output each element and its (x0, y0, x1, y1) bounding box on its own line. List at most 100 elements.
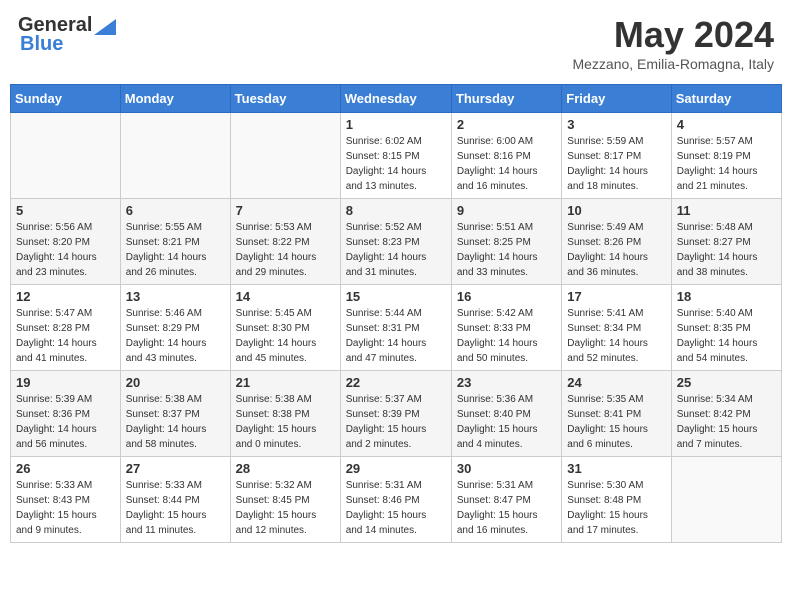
day-number: 7 (236, 203, 335, 218)
title-section: May 2024 Mezzano, Emilia-Romagna, Italy (572, 14, 774, 72)
day-number: 1 (346, 117, 446, 132)
day-header-saturday: Saturday (671, 85, 781, 113)
day-number: 25 (677, 375, 776, 390)
calendar-cell: 29 Sunrise: 5:31 AM Sunset: 8:46 PM Dayli… (340, 457, 451, 543)
day-number: 23 (457, 375, 556, 390)
day-header-thursday: Thursday (451, 85, 561, 113)
calendar-cell: 7Sunrise: 5:53 AM Sunset: 8:22 PM Daylig… (230, 199, 340, 285)
day-number: 17 (567, 289, 665, 304)
calendar-week-row: 19 Sunrise: 5:39 AM Sunset: 8:36 PM Dayli… (11, 371, 782, 457)
calendar-cell: 3 Sunrise: 5:59 AM Sunset: 8:17 PM Daylig… (562, 113, 671, 199)
calendar-cell: 23 Sunrise: 5:36 AM Sunset: 8:40 PM Dayli… (451, 371, 561, 457)
day-number: 26 (16, 461, 115, 476)
calendar-cell: 30 Sunrise: 5:31 AM Sunset: 8:47 PM Dayli… (451, 457, 561, 543)
day-number: 30 (457, 461, 556, 476)
day-info: Sunrise: 5:55 AM Sunset: 8:21 PM Dayligh… (126, 220, 225, 280)
day-info: Sunrise: 5:31 AM Sunset: 8:47 PM Dayligh… (457, 478, 556, 538)
day-info: Sunrise: 5:49 AM Sunset: 8:26 PM Dayligh… (567, 220, 665, 280)
calendar-cell: 9 Sunrise: 5:51 AM Sunset: 8:25 PM Daylig… (451, 199, 561, 285)
calendar-cell (120, 113, 230, 199)
calendar-cell: 24 Sunrise: 5:35 AM Sunset: 8:41 PM Dayli… (562, 371, 671, 457)
day-number: 9 (457, 203, 556, 218)
location-text: Mezzano, Emilia-Romagna, Italy (572, 56, 774, 72)
day-info: Sunrise: 5:39 AM Sunset: 8:36 PM Dayligh… (16, 392, 115, 452)
day-number: 5 (16, 203, 115, 218)
day-number: 4 (677, 117, 776, 132)
day-number: 3 (567, 117, 665, 132)
day-number: 16 (457, 289, 556, 304)
calendar-cell: 15 Sunrise: 5:44 AM Sunset: 8:31 PM Dayli… (340, 285, 451, 371)
day-info: Sunrise: 5:30 AM Sunset: 8:48 PM Dayligh… (567, 478, 665, 538)
day-info: Sunrise: 5:35 AM Sunset: 8:41 PM Dayligh… (567, 392, 665, 452)
day-number: 19 (16, 375, 115, 390)
day-info: Sunrise: 5:33 AM Sunset: 8:44 PM Dayligh… (126, 478, 225, 538)
calendar-cell: 14Sunrise: 5:45 AM Sunset: 8:30 PM Dayli… (230, 285, 340, 371)
calendar-cell (11, 113, 121, 199)
calendar-cell: 19 Sunrise: 5:39 AM Sunset: 8:36 PM Dayli… (11, 371, 121, 457)
calendar-cell: 4Sunrise: 5:57 AM Sunset: 8:19 PM Daylig… (671, 113, 781, 199)
calendar-cell: 18 Sunrise: 5:40 AM Sunset: 8:35 PM Dayli… (671, 285, 781, 371)
logo-icon (94, 19, 116, 35)
calendar-cell: 22 Sunrise: 5:37 AM Sunset: 8:39 PM Dayli… (340, 371, 451, 457)
day-header-wednesday: Wednesday (340, 85, 451, 113)
day-number: 15 (346, 289, 446, 304)
day-info: Sunrise: 5:59 AM Sunset: 8:17 PM Dayligh… (567, 134, 665, 194)
day-info: Sunrise: 5:32 AM Sunset: 8:45 PM Dayligh… (236, 478, 335, 538)
day-number: 11 (677, 203, 776, 218)
calendar-cell: 17 Sunrise: 5:41 AM Sunset: 8:34 PM Dayli… (562, 285, 671, 371)
day-number: 20 (126, 375, 225, 390)
day-header-sunday: Sunday (11, 85, 121, 113)
logo-blue-text: Blue (20, 33, 63, 56)
calendar-week-row: 12Sunrise: 5:47 AM Sunset: 8:28 PM Dayli… (11, 285, 782, 371)
day-info: Sunrise: 5:38 AM Sunset: 8:38 PM Dayligh… (236, 392, 335, 452)
calendar-week-row: 1Sunrise: 6:02 AM Sunset: 8:15 PM Daylig… (11, 113, 782, 199)
calendar-cell: 21 Sunrise: 5:38 AM Sunset: 8:38 PM Dayli… (230, 371, 340, 457)
day-info: Sunrise: 5:41 AM Sunset: 8:34 PM Dayligh… (567, 306, 665, 366)
day-info: Sunrise: 5:56 AM Sunset: 8:20 PM Dayligh… (16, 220, 115, 280)
day-info: Sunrise: 5:31 AM Sunset: 8:46 PM Dayligh… (346, 478, 446, 538)
calendar-table: SundayMondayTuesdayWednesdayThursdayFrid… (10, 84, 782, 543)
day-info: Sunrise: 5:52 AM Sunset: 8:23 PM Dayligh… (346, 220, 446, 280)
calendar-cell: 20 Sunrise: 5:38 AM Sunset: 8:37 PM Dayli… (120, 371, 230, 457)
day-info: Sunrise: 5:33 AM Sunset: 8:43 PM Dayligh… (16, 478, 115, 538)
day-number: 8 (346, 203, 446, 218)
day-header-friday: Friday (562, 85, 671, 113)
day-header-monday: Monday (120, 85, 230, 113)
calendar-cell: 2Sunrise: 6:00 AM Sunset: 8:16 PM Daylig… (451, 113, 561, 199)
calendar-week-row: 26 Sunrise: 5:33 AM Sunset: 8:43 PM Dayli… (11, 457, 782, 543)
calendar-cell: 27 Sunrise: 5:33 AM Sunset: 8:44 PM Dayli… (120, 457, 230, 543)
day-info: Sunrise: 5:45 AM Sunset: 8:30 PM Dayligh… (236, 306, 335, 366)
calendar-cell (671, 457, 781, 543)
day-info: Sunrise: 6:00 AM Sunset: 8:16 PM Dayligh… (457, 134, 556, 194)
calendar-cell: 5 Sunrise: 5:56 AM Sunset: 8:20 PM Daylig… (11, 199, 121, 285)
day-number: 13 (126, 289, 225, 304)
day-number: 6 (126, 203, 225, 218)
day-info: Sunrise: 5:36 AM Sunset: 8:40 PM Dayligh… (457, 392, 556, 452)
day-info: Sunrise: 5:37 AM Sunset: 8:39 PM Dayligh… (346, 392, 446, 452)
calendar-cell (230, 113, 340, 199)
month-title: May 2024 (572, 14, 774, 56)
day-number: 22 (346, 375, 446, 390)
day-number: 29 (346, 461, 446, 476)
calendar-cell: 1Sunrise: 6:02 AM Sunset: 8:15 PM Daylig… (340, 113, 451, 199)
page-header: General Blue May 2024 Mezzano, Emilia-Ro… (10, 10, 782, 76)
day-info: Sunrise: 5:44 AM Sunset: 8:31 PM Dayligh… (346, 306, 446, 366)
calendar-week-row: 5 Sunrise: 5:56 AM Sunset: 8:20 PM Daylig… (11, 199, 782, 285)
calendar-cell: 10Sunrise: 5:49 AM Sunset: 8:26 PM Dayli… (562, 199, 671, 285)
calendar-cell: 16Sunrise: 5:42 AM Sunset: 8:33 PM Dayli… (451, 285, 561, 371)
calendar-cell: 8 Sunrise: 5:52 AM Sunset: 8:23 PM Daylig… (340, 199, 451, 285)
day-number: 21 (236, 375, 335, 390)
day-info: Sunrise: 5:38 AM Sunset: 8:37 PM Dayligh… (126, 392, 225, 452)
calendar-cell: 25Sunrise: 5:34 AM Sunset: 8:42 PM Dayli… (671, 371, 781, 457)
day-info: Sunrise: 5:40 AM Sunset: 8:35 PM Dayligh… (677, 306, 776, 366)
logo: General Blue (18, 14, 116, 56)
day-header-tuesday: Tuesday (230, 85, 340, 113)
day-number: 24 (567, 375, 665, 390)
calendar-cell: 28 Sunrise: 5:32 AM Sunset: 8:45 PM Dayli… (230, 457, 340, 543)
day-number: 18 (677, 289, 776, 304)
day-number: 27 (126, 461, 225, 476)
calendar-cell: 26 Sunrise: 5:33 AM Sunset: 8:43 PM Dayli… (11, 457, 121, 543)
day-number: 28 (236, 461, 335, 476)
day-info: Sunrise: 5:51 AM Sunset: 8:25 PM Dayligh… (457, 220, 556, 280)
calendar-cell: 11Sunrise: 5:48 AM Sunset: 8:27 PM Dayli… (671, 199, 781, 285)
